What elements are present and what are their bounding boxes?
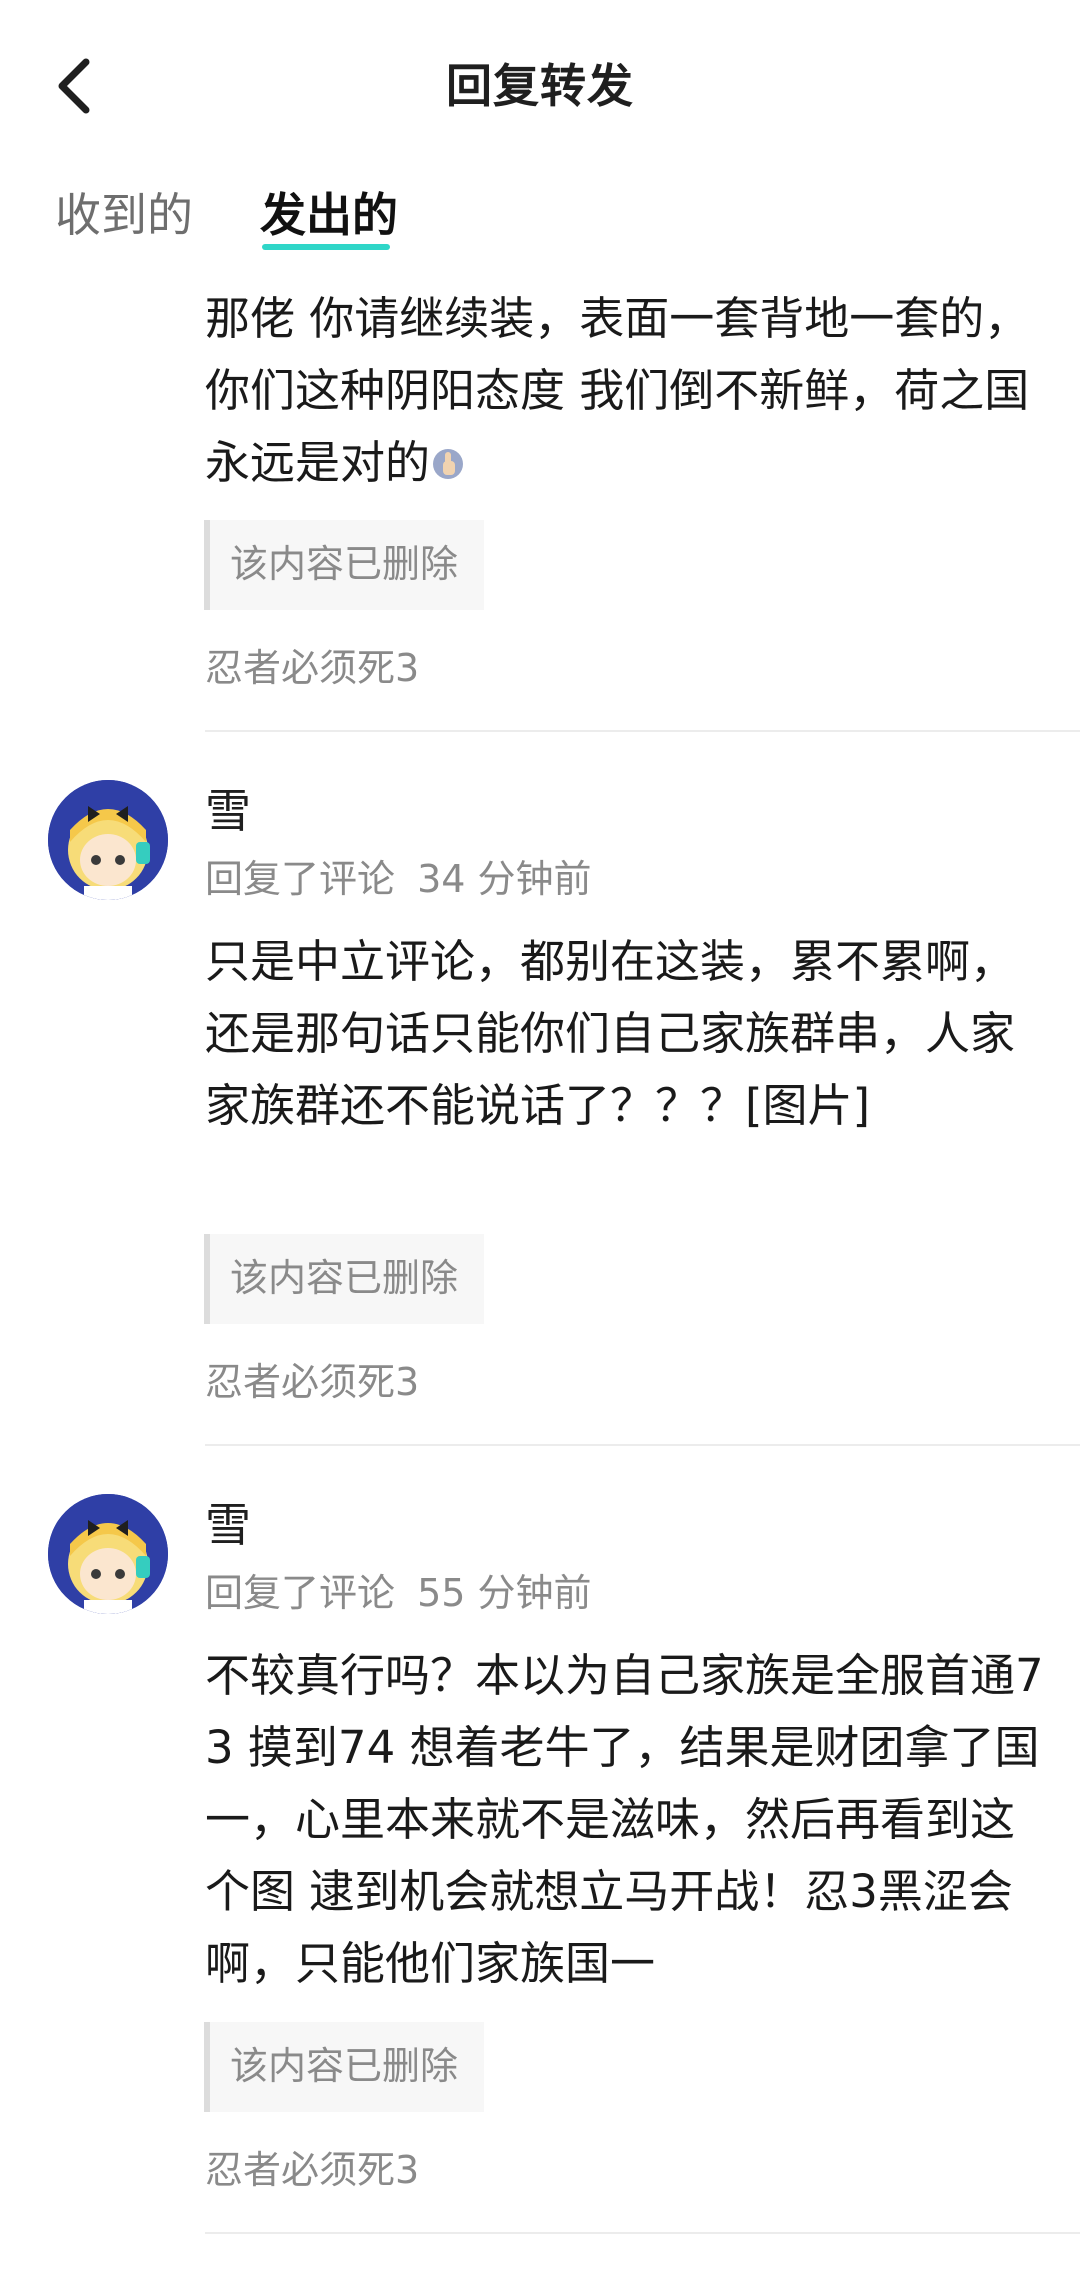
avatar[interactable] [48, 780, 168, 900]
reply-meta: 回复了评论 55 分钟前 [205, 1569, 592, 1617]
tab-sent[interactable]: 发出的 [260, 185, 398, 245]
reply-time: 34 分钟前 [417, 857, 592, 901]
quoted-comment-text: 该内容已删除 [230, 542, 459, 586]
avatar-image [48, 780, 168, 900]
reply-time: 55 分钟前 [417, 1571, 592, 1615]
avatar-image [48, 1494, 168, 1614]
tab-received[interactable]: 收到的 [55, 185, 193, 245]
username[interactable]: 雪 [205, 783, 251, 839]
username[interactable]: 雪 [205, 1497, 251, 1553]
reply-meta: 回复了评论 34 分钟前 [205, 855, 592, 903]
reply-action: 回复了评论 [205, 857, 396, 901]
divider [205, 1444, 1080, 1446]
quoted-comment[interactable]: 该内容已删除 [204, 520, 484, 610]
reply-body: 那佬 你请继续装，表面一套背地一套的，你们这种阴阳态度 我们倒不新鲜，荷之国永远… [205, 283, 1045, 499]
reply-action: 回复了评论 [205, 1571, 396, 1615]
active-tab-indicator [262, 244, 390, 250]
source-game[interactable]: 忍者必须死3 [205, 644, 419, 692]
divider [205, 730, 1080, 732]
quoted-comment-text: 该内容已删除 [230, 1256, 459, 1300]
reply-body: 不较真行吗？本以为自己家族是全服首通73 摸到74 想着老牛了，结果是财团拿了国… [205, 1649, 1044, 1990]
quoted-comment-text: 该内容已删除 [230, 2044, 459, 2088]
divider [205, 2232, 1080, 2234]
quoted-comment[interactable]: 该内容已删除 [204, 2022, 484, 2112]
source-game[interactable]: 忍者必须死3 [205, 1358, 419, 1406]
reply-body-text: 那佬 你请继续装，表面一套背地一套的，你们这种阴阳态度 我们倒不新鲜，荷之国永远… [205, 292, 1030, 489]
source-game[interactable]: 忍者必须死3 [205, 2146, 419, 2194]
quoted-comment[interactable]: 该内容已删除 [204, 1234, 484, 1324]
thumbs-up-icon [433, 449, 464, 479]
top-bar: 回复转发 [0, 0, 1080, 160]
avatar[interactable] [48, 1494, 168, 1614]
page-title: 回复转发 [446, 59, 634, 113]
reply-body: 只是中立评论，都别在这装，累不累啊，还是那句话只能你们自己家族群串，人家家族群还… [205, 935, 1016, 1132]
